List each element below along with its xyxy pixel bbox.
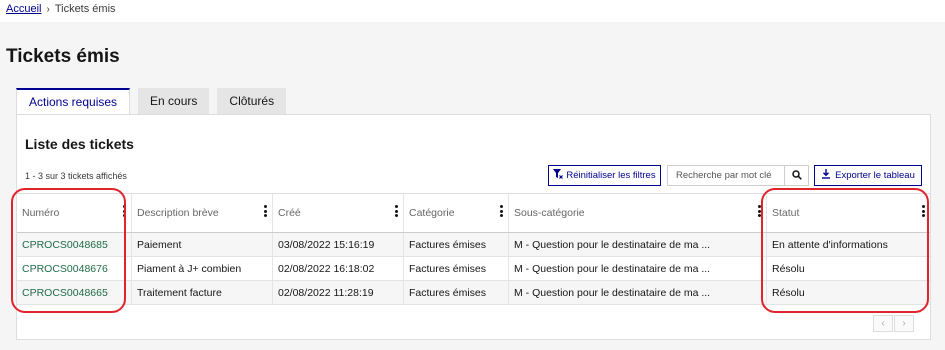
cell-category: Factures émises [404,257,509,280]
table-row[interactable]: CPROCS0048676 Piament à J+ combien 02/08… [17,257,930,281]
breadcrumb-home-link[interactable]: Accueil [6,3,41,15]
column-header-label: Créé [278,207,301,219]
column-menu-icon[interactable] [123,205,126,217]
cell-description: Piament à J+ combien [132,257,273,280]
column-menu-icon[interactable] [758,205,761,217]
reset-filters-label: Réinitialiser les filtres [566,170,656,181]
cell-created: 03/08/2022 15:16:19 [273,233,404,256]
column-header-label: Statut [772,207,800,219]
breadcrumb-current: Tickets émis [54,3,116,15]
search-bar [667,165,809,186]
cell-subcategory: M - Question pour le destinataire de ma … [509,281,767,304]
column-header-label: Description brève [137,207,219,219]
column-menu-icon[interactable] [395,205,398,217]
next-page-button[interactable]: › [894,315,914,332]
column-header-description[interactable]: Description brève [132,194,273,232]
breadcrumb: Accueil › Tickets émis [6,3,116,15]
column-header-cree[interactable]: Créé [273,194,404,232]
cell-subcategory: M - Question pour le destinataire de ma … [509,233,767,256]
column-header-categorie[interactable]: Catégorie [404,194,509,232]
search-input[interactable] [667,165,785,186]
tab-bar: Actions requises En cours Clôturés [16,88,287,114]
column-menu-icon[interactable] [500,205,503,217]
ticket-number-link[interactable]: CPROCS0048665 [22,287,108,299]
cell-status: Résolu [772,286,805,299]
download-icon [821,169,831,182]
tickets-table: Numéro Description brève Créé Catégorie … [17,193,930,305]
column-menu-icon[interactable] [922,205,925,217]
table-row[interactable]: CPROCS0048665 Traitement facture 02/08/2… [17,281,930,305]
column-header-sous-categorie[interactable]: Sous-catégorie [509,194,767,232]
cell-status: Résolu [772,262,805,275]
column-header-label: Catégorie [409,207,455,219]
tab-actions-requises[interactable]: Actions requises [16,88,131,114]
filter-reset-icon [553,169,564,182]
search-button[interactable] [785,165,809,186]
ticket-number-link[interactable]: CPROCS0048676 [22,263,108,275]
cell-category: Factures émises [404,233,509,256]
breadcrumb-separator: › [46,3,50,15]
column-header-numero[interactable]: Numéro [17,194,132,232]
column-header-statut[interactable]: Statut [767,194,930,232]
export-table-label: Exporter le tableau [835,170,915,181]
tab-en-cours[interactable]: En cours [138,88,210,114]
page-title: Tickets émis [6,46,120,67]
cell-status: En attente d'informations [772,238,888,251]
cell-created: 02/08/2022 11:28:19 [273,281,404,304]
cell-description: Traitement facture [132,281,273,304]
column-header-label: Numéro [22,207,60,219]
tickets-card: Liste des tickets 1 - 3 sur 3 tickets af… [16,114,931,340]
table-header: Numéro Description brève Créé Catégorie … [17,194,930,233]
cell-subcategory: M - Question pour le destinataire de ma … [509,257,767,280]
column-header-label: Sous-catégorie [514,207,585,219]
table-row[interactable]: CPROCS0048685 Paiement 03/08/2022 15:16:… [17,233,930,257]
export-table-button[interactable]: Exporter le tableau [814,165,922,186]
cell-created: 02/08/2022 16:18:02 [273,257,404,280]
pagination: ‹ › [873,315,914,332]
reset-filters-button[interactable]: Réinitialiser les filtres [548,165,661,186]
ticket-count: 1 - 3 sur 3 tickets affichés [25,171,127,181]
cell-category: Factures émises [404,281,509,304]
cell-description: Paiement [132,233,273,256]
table-body: CPROCS0048685 Paiement 03/08/2022 15:16:… [17,233,930,305]
card-title: Liste des tickets [25,136,134,152]
search-icon [791,167,802,185]
ticket-number-link[interactable]: CPROCS0048685 [22,239,108,251]
previous-page-button[interactable]: ‹ [873,315,893,332]
tab-clotures[interactable]: Clôturés [217,88,287,114]
column-menu-icon[interactable] [264,205,267,217]
